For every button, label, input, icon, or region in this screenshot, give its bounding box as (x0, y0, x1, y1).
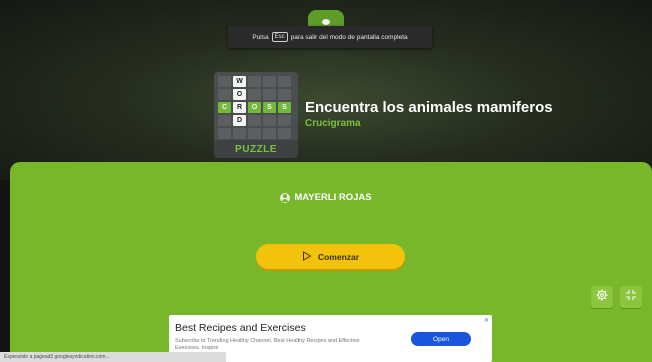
start-button[interactable]: Comenzar (256, 244, 405, 269)
logo-cell (248, 89, 261, 100)
logo-cell (278, 89, 291, 100)
logo-cell (218, 128, 231, 139)
crossword-logo: W O C R O S S D PUZZLE (214, 72, 298, 158)
logo-letter: C (218, 102, 231, 113)
gear-icon (596, 288, 608, 306)
ad-open-button[interactable]: Open (411, 332, 471, 346)
start-button-label: Comenzar (317, 251, 360, 262)
logo-cell (278, 128, 291, 139)
esc-key: Esc (271, 32, 288, 42)
logo-grid: W O C R O S S D (218, 76, 294, 140)
logo-cell (263, 89, 276, 100)
logo-letter: O (248, 102, 261, 113)
player-info: MAYERLI ROJAS (0, 192, 652, 203)
fullscreen-toast: Pulsa Esc para salir del modo de pantall… (228, 26, 432, 48)
logo-cell (263, 128, 276, 139)
ad-title[interactable]: Best Recipes and Exercises (175, 322, 306, 334)
toast-suffix: para salir del modo de pantalla completa (290, 33, 408, 41)
logo-cell (248, 115, 261, 126)
player-name: MAYERLI ROJAS (294, 192, 372, 203)
logo-cell (248, 128, 261, 139)
logo-cell (218, 115, 231, 126)
game-title: Encuentra los animales mamiferos (305, 99, 553, 116)
logo-cell (263, 76, 276, 87)
logo-cell (248, 76, 261, 87)
logo-cell (263, 115, 276, 126)
logo-cell (278, 115, 291, 126)
logo-cell (218, 89, 231, 100)
exit-fullscreen-icon (625, 288, 637, 306)
logo-letter: O (233, 89, 246, 100)
logo-cell (278, 76, 291, 87)
browser-status-bar: Esperando a pagead2.googlesyndication.co… (0, 352, 226, 362)
exit-fullscreen-button[interactable] (620, 286, 642, 308)
logo-letter: S (263, 102, 276, 113)
ad-text: Subscribe to Trending Healthy Channel. B… (175, 338, 360, 351)
play-icon (302, 250, 312, 263)
logo-letter: S (278, 102, 291, 113)
logo-letter: D (233, 115, 246, 126)
user-circle-icon (280, 192, 291, 203)
logo-letter: R (233, 102, 246, 113)
game-type: Crucigrama (305, 118, 361, 129)
toast-prefix: Pulsa (252, 33, 269, 41)
settings-button[interactable] (591, 286, 613, 308)
logo-cell (233, 128, 246, 139)
logo-word: PUZZLE (214, 140, 298, 158)
logo-letter: W (233, 76, 246, 87)
ad-close-icon[interactable]: ✕ (484, 317, 489, 324)
logo-cell (218, 76, 231, 87)
